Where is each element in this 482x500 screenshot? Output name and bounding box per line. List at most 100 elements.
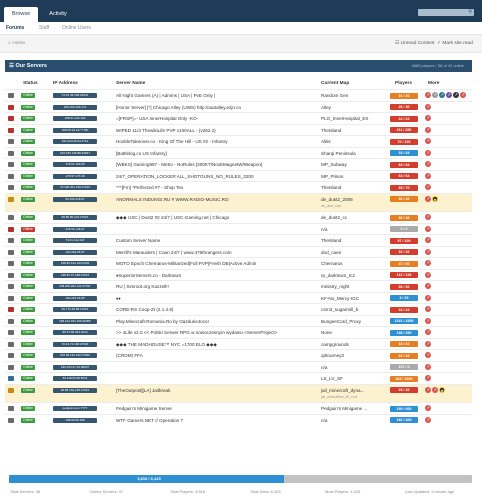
server-name[interactable]: [Battlelog.co US Infantry] [116,151,316,156]
server-name[interactable]: ◆◆◆ USC | Dust2 #2 24/7 | USC-Gaming.net… [116,215,316,221]
ip-address[interactable]: 70.42.74.160:27030 [53,341,97,347]
ip-address[interactable]: 158.69.23.217:7780 [53,127,97,133]
ip-address[interactable]: 108.61.122.194 [53,116,97,121]
connect-icon[interactable]: ↗ [425,195,431,202]
connect-icon[interactable]: ↗ [425,317,431,324]
search-input[interactable]: ⚲ [418,9,474,16]
table-row[interactable]: Online 89.72.56.254:2210 >> 4Life v2.0 << … [5,326,472,338]
connect-icon[interactable]: ↗ [425,161,431,167]
connect-icon[interactable]: ↗ [425,260,431,266]
connect-icon[interactable]: ↗ [425,248,431,255]
vip-icon[interactable]: ★ [432,195,438,202]
table-row[interactable]: Online 66.85.80.221:27015 ◆◆◆ USC | Dust2 … [5,211,472,223]
connect-icon[interactable]: ↗ [425,306,431,312]
ip-address[interactable]: pedguin.com:7777 [53,406,97,411]
server-name[interactable]: All Night Gamers (A) | Admins | USA | Pv… [116,93,316,98]
table-row[interactable]: Online 162.223.25.57 Merrill's Marauders |… [5,245,472,258]
server-name[interactable]: ♦♦ [116,296,316,301]
ip-address[interactable]: 74.91.112.247 [53,238,97,243]
ip-address[interactable]: 198.50.67.188:27015 [53,272,97,278]
server-name[interactable]: WIPED 11/4 ThewikiLife PVP x100ALL - (v2… [116,128,316,133]
ip-address[interactable]: 108.69.59.188 [53,417,97,423]
server-name[interactable]: Merrill's Marauders | Coan 24/7 | www.47… [116,250,316,255]
connect-icon[interactable]: ↗ [425,352,431,358]
ip-address[interactable]: 168.212.181.166:26955 [53,318,97,324]
server-name[interactable]: [Honor Server] [*] Chicago Alley (UWS) h… [116,105,316,110]
server-name[interactable]: *^*[Fm] *Perfected #7 - Shop Tex [116,185,316,190]
server-name[interactable]: ANORMALS INDUNGI.RU # WWW.RADIO-MUSIC.RO [116,197,316,202]
connect-icon[interactable]: ↗ [425,237,431,243]
table-row[interactable]: Online 168.212.181.166:26955 Play.Minecraf… [5,314,472,327]
table-row[interactable]: Online pedguin.com:7777 Pedguin's Minigame… [5,402,472,414]
server-name[interactable]: (CROM) FFA [116,353,316,358]
connect-icon[interactable]: ↗ [425,126,431,133]
connect-icon[interactable]: ↗ [425,138,431,144]
server-name[interactable]: ◆◆◆ THE MADHOUSE™ NYC =1700 ELO ◆◆◆ [116,342,316,348]
connect-icon[interactable]: ↗ [425,375,431,381]
table-row[interactable]: Online 50.118.94.68:5031 LS_LV_SF 833 / 100… [5,372,472,384]
info-icon[interactable]: ↗ [439,92,445,98]
ip-address[interactable]: 216.155.135.88:16667 [53,150,97,156]
server-name[interactable]: RU | Simroot.org Kazzell!! [116,284,316,289]
table-row[interactable]: Online 66.85.162.218:27015 [TheOutpost][LA… [5,383,472,402]
ip-address[interactable]: 66.150.218.67 [53,196,97,202]
ip-address[interactable]: 50.118.94.68:5031 [53,376,97,381]
subtab-forums[interactable]: Forums [6,25,24,31]
table-row[interactable]: Online 74.91.112.247 Custom Server Name The… [5,234,472,246]
table-row[interactable]: Online 192.223.27.22:48007 n/a 107 / 0 ↗ [5,360,472,373]
server-name[interactable]: Custom Server Name [116,238,316,243]
table-row[interactable]: Online 158.69.122.193:2303 MOTO Epoch Cher… [5,257,472,269]
subtab-staff[interactable]: Staff [39,25,49,31]
settings-icon[interactable]: ↗ [453,92,459,98]
ip-address[interactable]: 216.69.132.162:27960 [53,353,97,358]
table-row[interactable]: Online 108.205.202.122:27037 RU | Simroot.… [5,280,472,292]
server-name[interactable]: >> 4Life v2.0 << Polski Serwer RPG w now… [116,330,316,335]
ip-address[interactable]: 66.175.48.56:27015 [53,307,97,312]
stats-icon[interactable]: ↗ [446,92,452,98]
connect-icon[interactable]: ↗ [425,172,431,179]
server-name[interactable]: WTF Gamers.NET // Operation 7 [116,418,316,423]
mark-site-read-link[interactable]: ✓ Mark site read [437,41,473,46]
ip-address[interactable]: 176.57.163.25 [53,162,97,167]
server-name[interactable]: Play.Minecraft-Romania.Ro by OazdurieJoc… [116,319,316,324]
vip-icon[interactable]: ★ [439,386,445,393]
connect-icon[interactable]: ↗ [425,214,431,220]
table-row[interactable]: Online 208.103.169.172 [Honor Server] [*] … [5,100,472,113]
ip-address[interactable]: 176.57.170.18 [53,173,97,179]
subtab-online-users[interactable]: Online Users [62,25,91,31]
server-name[interactable]: 24/7_OPERATION_LOCKER ALL_SHOTGUNS_NO_RU… [116,174,316,179]
connect-icon[interactable]: ↗ [425,225,431,232]
connect-icon[interactable]: ↗ [425,149,431,156]
server-name[interactable]: =[FRSP]=- USA InnerHospital Only -KO- [116,116,316,121]
ip-address[interactable]: 108.205.202.122:27037 [53,284,97,289]
connect-icon[interactable]: ↗ [425,92,431,98]
connect-icon[interactable]: ↗ [425,416,431,423]
table-row[interactable]: Online 108.69.59.188 WTF Gamers.NET // Ope… [5,413,472,426]
search-icon[interactable]: ⚲ [468,9,472,16]
table-row[interactable]: Online 66.150.218.67 ANORMALS INDUNGI.RU #… [5,192,472,211]
ip-address[interactable]: 208.103.169.172 [53,104,97,110]
table-row[interactable]: Online 176.57.163.25 [WBKS] Gaming997 - Me… [5,158,472,170]
ip-address[interactable]: 66.85.80.221:27015 [53,215,97,220]
connect-icon[interactable]: ↗ [425,329,431,335]
table-row[interactable]: Online 176.57.170.18 24/7_OPERATION_LOCKER… [5,169,472,182]
ip-address[interactable]: 74.91.36.166:26941 [53,93,97,98]
server-name[interactable]: ♦SuperiorServers.co - Darktown [116,273,316,278]
unread-content-link[interactable]: ☷ Unread Content [395,41,435,46]
ip-address[interactable]: 89.72.56.254:2210 [53,330,97,335]
table-row[interactable]: Online 216.69.132.162:27960 (CROM) FFA q3to… [5,349,472,361]
connect-icon[interactable]: ↗ [425,115,431,121]
table-row[interactable]: Online 192.223.26.94:2712 HoobleTakeover.c… [5,135,472,147]
server-name[interactable]: [WBKS] Gaming997 - Metro - NoRules [300K… [116,162,316,167]
connect-icon[interactable]: ↗ [460,92,466,98]
ip-address[interactable]: 158.69.122.193:2303 [53,261,97,266]
ip-address[interactable]: 162.223.26.65 [53,295,97,301]
ip-address[interactable]: 66.85.162.218:27015 [53,387,97,393]
connect-icon[interactable]: ↗ [425,184,431,190]
server-name[interactable]: MOTO Epoch Chernarus-Militarized|Full PV… [116,261,316,266]
server-name[interactable]: Pedguin's Minigame Server [116,406,316,411]
connect-icon[interactable]: ↗ [425,271,431,278]
table-row[interactable]: Online 66.175.48.56:27015 CORE-RS Coop-Zt … [5,303,472,315]
ip-address[interactable]: 70.190.201.240:27015 [53,185,97,190]
server-name[interactable]: [TheOutpost][LA] Jailbreak [116,388,316,393]
